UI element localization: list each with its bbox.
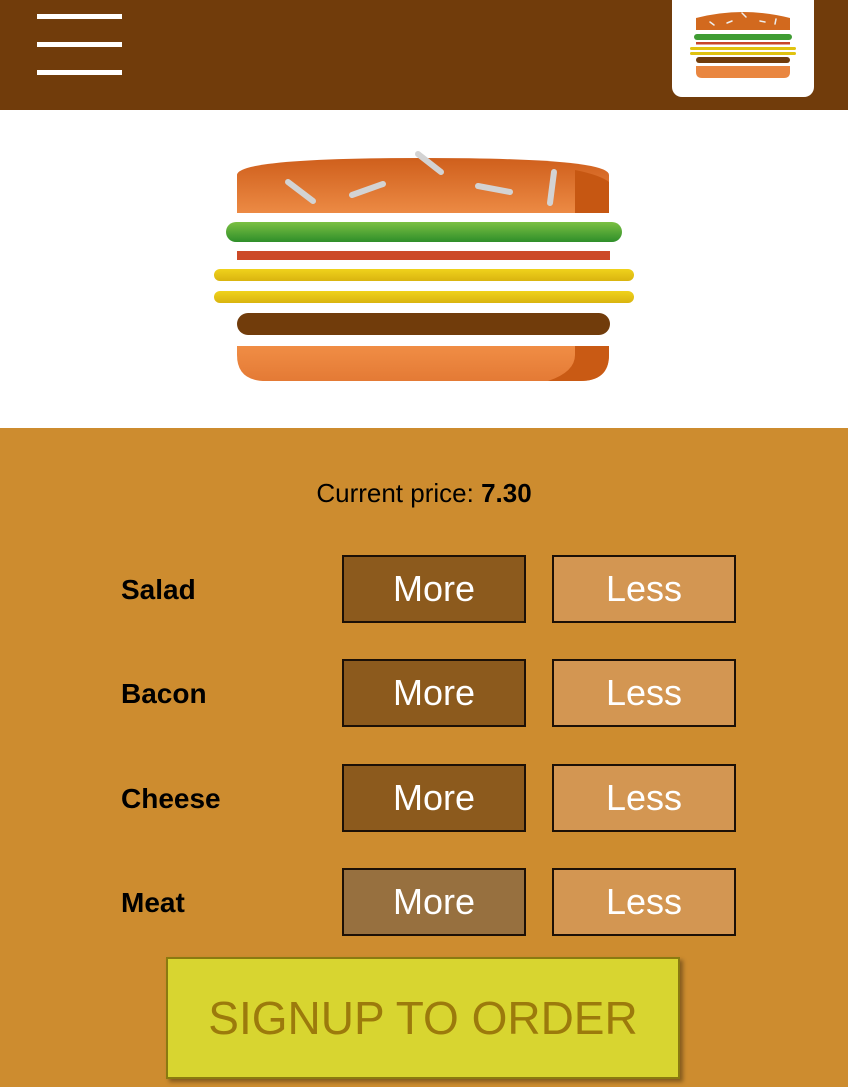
salad-label: Salad [121,574,196,605]
burger-logo-icon [690,12,796,78]
bacon-less-button[interactable]: Less [552,659,736,727]
meat-more-button[interactable]: More [342,868,526,936]
build-controls-panel: Current price: 7.30 Salad More Less Baco… [0,428,848,1087]
top-bar [0,0,848,110]
bacon-label: Bacon [121,678,207,709]
hamburger-menu-icon[interactable] [37,14,122,76]
signup-to-order-button[interactable]: SIGNUP TO ORDER [166,957,680,1079]
price-value: 7.30 [481,478,532,508]
cheese-more-button[interactable]: More [342,764,526,832]
meat-label: Meat [121,887,185,918]
salad-less-button[interactable]: Less [552,555,736,623]
current-price: Current price: 7.30 [0,478,848,509]
burger-preview [0,110,848,428]
cheese-less-button[interactable]: Less [552,764,736,832]
meat-less-button[interactable]: Less [552,868,736,936]
burger-preview-icon [214,151,634,381]
cheese-label: Cheese [121,783,221,814]
price-label: Current price: [316,478,482,508]
bacon-more-button[interactable]: More [342,659,526,727]
logo[interactable] [672,0,814,97]
salad-more-button[interactable]: More [342,555,526,623]
